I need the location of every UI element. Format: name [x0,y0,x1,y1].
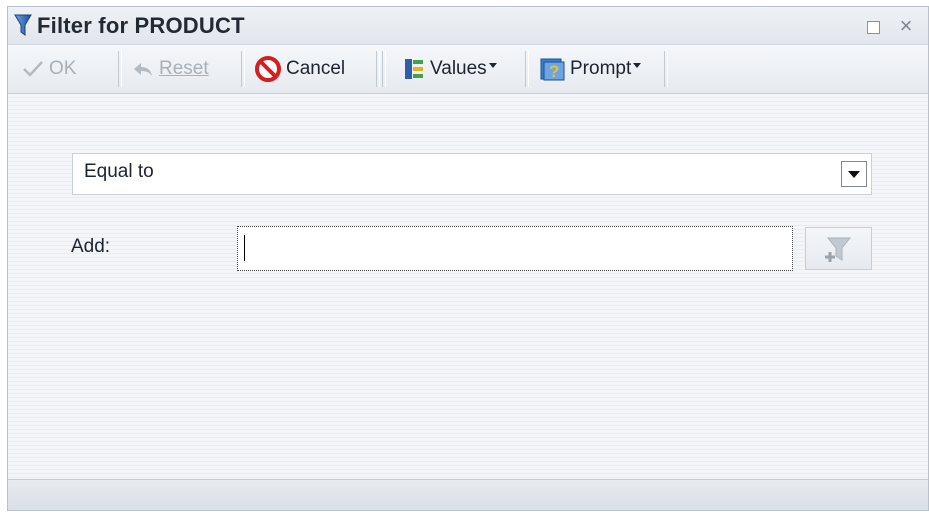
svg-text:?: ? [549,62,559,81]
toolbar-separator [118,51,122,87]
toolbar-separator [664,51,668,87]
add-filter-icon [825,237,852,262]
add-filter-button[interactable] [805,227,872,270]
chevron-down-icon [633,62,642,68]
filter-dialog: Filter for PRODUCT × OK Reset Cancel Val… [7,6,929,511]
toolbar-separator [525,51,529,87]
toolbar-separator [382,51,386,87]
toolbar-separator [241,51,245,87]
operator-dropdown[interactable]: Equal to [72,153,872,195]
add-value-input[interactable] [237,226,793,271]
no-entry-icon [255,56,281,82]
values-label: Values [430,58,487,79]
values-button[interactable]: Values [399,51,501,87]
values-list-icon [403,57,425,81]
reset-label: Reset [159,58,209,79]
prompt-label: Prompt [570,58,632,79]
cancel-label: Cancel [286,58,346,79]
dialog-title: Filter for PRODUCT [37,13,245,38]
dropdown-arrow-icon[interactable] [841,161,867,187]
chevron-down-icon [488,62,497,68]
ok-button[interactable]: OK [18,51,80,87]
toolbar: OK Reset Cancel Values ? Prompt [8,45,928,94]
question-prompt-icon: ? [539,56,565,82]
close-icon[interactable]: × [896,15,916,37]
operator-selected-value: Equal to [84,161,154,182]
status-footer [8,479,928,510]
cancel-button[interactable]: Cancel [251,51,349,87]
maximize-icon[interactable] [863,16,883,36]
title-bar[interactable]: Filter for PRODUCT × [8,7,928,45]
add-label: Add: [71,236,111,257]
filter-content-panel: Equal to Add: [8,94,928,479]
text-caret [244,235,245,261]
prompt-button[interactable]: ? Prompt [535,51,645,87]
toolbar-separator [376,51,380,87]
undo-arrow-icon [132,59,154,79]
funnel-icon [14,13,32,37]
checkmark-icon [22,59,44,79]
ok-label: OK [49,58,77,79]
reset-button[interactable]: Reset [128,51,213,87]
